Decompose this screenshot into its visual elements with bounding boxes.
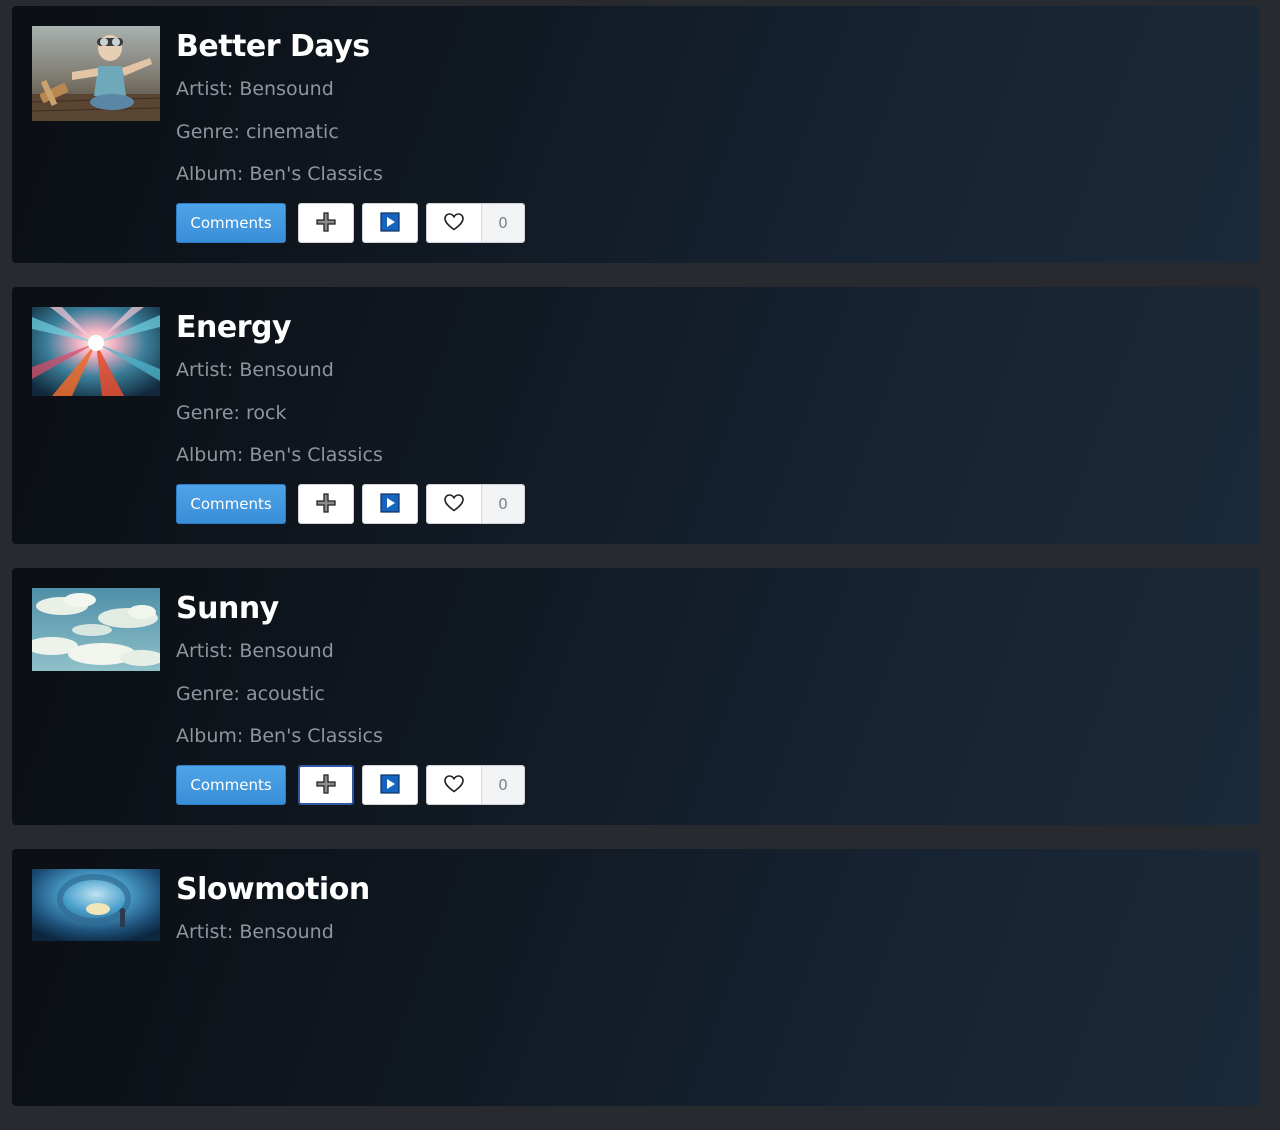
song-actions: Comments 0	[176, 203, 525, 243]
song-card: Better Days Artist: Bensound Genre: cine…	[12, 6, 1260, 263]
play-icon	[380, 773, 400, 797]
heart-icon	[444, 774, 464, 796]
like-group: 0	[426, 765, 525, 805]
song-genre: Genre: acoustic	[176, 682, 325, 705]
song-thumbnail	[32, 869, 160, 941]
song-info: Energy Artist: Bensound Genre: rock Albu…	[176, 307, 383, 477]
song-title: Better Days	[176, 29, 370, 64]
like-button[interactable]	[427, 204, 482, 242]
song-album: Album: Ben's Classics	[176, 444, 383, 466]
song-card: Energy Artist: Bensound Genre: rock Albu…	[12, 287, 1260, 544]
add-to-playlist-button[interactable]	[298, 203, 354, 243]
song-genre: Genre: rock	[176, 401, 287, 424]
song-artist: Artist: Bensound	[176, 921, 334, 943]
comments-button[interactable]: Comments	[176, 484, 286, 524]
like-group: 0	[426, 484, 525, 524]
song-info: Better Days Artist: Bensound Genre: cine…	[176, 26, 383, 196]
song-artist: Artist: Bensound	[176, 78, 334, 100]
play-button[interactable]	[362, 765, 418, 805]
plus-icon	[316, 773, 336, 797]
song-album: Album: Ben's Classics	[176, 725, 383, 747]
play-button[interactable]	[362, 484, 418, 524]
song-thumbnail	[32, 307, 160, 396]
play-button[interactable]	[362, 203, 418, 243]
heart-icon	[444, 212, 464, 234]
plus-icon	[316, 492, 336, 516]
heart-icon	[444, 493, 464, 515]
play-icon	[380, 211, 400, 235]
like-button[interactable]	[427, 766, 482, 804]
like-count: 0	[482, 485, 524, 523]
song-title: Energy	[176, 310, 292, 345]
song-info: Sunny Artist: Bensound Genre: acoustic A…	[176, 588, 383, 758]
add-to-playlist-button[interactable]	[298, 765, 354, 805]
comments-button[interactable]: Comments	[176, 203, 286, 243]
like-count: 0	[482, 766, 524, 804]
song-actions: Comments 0	[176, 484, 525, 524]
song-card: Sunny Artist: Bensound Genre: acoustic A…	[12, 568, 1260, 825]
song-genre: Genre: cinematic	[176, 120, 339, 143]
song-album: Album: Ben's Classics	[176, 163, 383, 185]
song-actions: Comments 0	[176, 765, 525, 805]
song-info: Slowmotion Artist: Bensound	[176, 869, 370, 954]
song-artist: Artist: Bensound	[176, 359, 334, 381]
song-card: Slowmotion Artist: Bensound	[12, 849, 1260, 1106]
comments-button[interactable]: Comments	[176, 765, 286, 805]
song-thumbnail	[32, 26, 160, 121]
like-count: 0	[482, 204, 524, 242]
play-icon	[380, 492, 400, 516]
song-list: Better Days Artist: Bensound Genre: cine…	[12, 6, 1260, 1130]
add-to-playlist-button[interactable]	[298, 484, 354, 524]
song-artist: Artist: Bensound	[176, 640, 334, 662]
song-title: Slowmotion	[176, 872, 370, 907]
song-title: Sunny	[176, 591, 279, 626]
plus-icon	[316, 211, 336, 235]
song-thumbnail	[32, 588, 160, 671]
like-button[interactable]	[427, 485, 482, 523]
like-group: 0	[426, 203, 525, 243]
